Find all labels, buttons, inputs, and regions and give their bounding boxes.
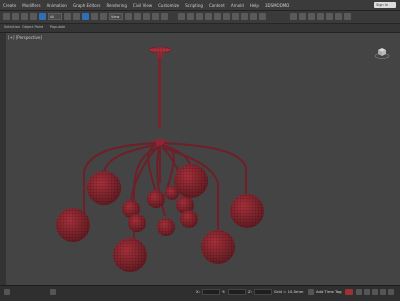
menu-customize[interactable]: Customize bbox=[155, 3, 182, 8]
status-bar: X: Y: Z: Grid = 10.0mm Add Time Tag bbox=[0, 285, 400, 301]
menu-help[interactable]: Help bbox=[247, 3, 262, 8]
workspace-icon[interactable] bbox=[290, 13, 297, 20]
menu-graph-editors[interactable]: Graph Editors bbox=[70, 3, 103, 8]
sign-in-field[interactable]: Sign In bbox=[374, 2, 396, 8]
curve-editor-icon[interactable] bbox=[214, 13, 221, 20]
menu-content[interactable]: Content bbox=[206, 3, 228, 8]
menu-rendering[interactable]: Rendering bbox=[103, 3, 129, 8]
ribbon-tab-selection[interactable]: Selection bbox=[4, 25, 20, 29]
ribbon: Selection Object Paint Populate bbox=[0, 24, 400, 33]
scene-explorer-icon[interactable] bbox=[344, 13, 351, 20]
display-icon[interactable] bbox=[308, 13, 315, 20]
material-editor-icon[interactable] bbox=[232, 13, 239, 20]
time-tag-icon[interactable] bbox=[308, 289, 314, 295]
x-coordinate-field[interactable] bbox=[202, 289, 220, 295]
motion-icon[interactable] bbox=[326, 13, 333, 20]
rod bbox=[158, 58, 161, 128]
selection-filter-dropdown[interactable]: All bbox=[48, 13, 62, 20]
z-coordinate-field[interactable] bbox=[254, 289, 272, 295]
redo-icon[interactable] bbox=[12, 13, 19, 20]
add-time-tag[interactable]: Add Time Tag bbox=[316, 289, 341, 294]
timeline-icon[interactable] bbox=[50, 289, 56, 295]
percent-snap-icon[interactable] bbox=[152, 13, 159, 20]
y-coordinate-label: Y: bbox=[222, 289, 226, 294]
next-frame-icon[interactable] bbox=[364, 289, 370, 295]
move-icon[interactable] bbox=[82, 13, 89, 20]
rect-selection-icon[interactable] bbox=[73, 13, 80, 20]
canopy bbox=[148, 46, 172, 54]
y-coordinate-field[interactable] bbox=[228, 289, 246, 295]
ribbon-tab-object-paint[interactable]: Object Paint bbox=[22, 25, 43, 29]
angle-snap-icon[interactable] bbox=[143, 13, 150, 20]
pivot-icon[interactable] bbox=[125, 13, 132, 20]
mirror-icon[interactable] bbox=[187, 13, 194, 20]
scale-icon[interactable] bbox=[100, 13, 107, 20]
select-object-icon[interactable] bbox=[39, 13, 46, 20]
utilities-icon[interactable] bbox=[335, 13, 342, 20]
menu-3dsmodmd[interactable]: 3DSMODMD bbox=[262, 3, 292, 8]
canopy-neck bbox=[157, 53, 163, 58]
main-toolbar: All View bbox=[0, 11, 400, 24]
unlink-icon[interactable] bbox=[30, 13, 37, 20]
menu-arnold[interactable]: Arnold bbox=[228, 3, 247, 8]
spinner-snap-icon[interactable] bbox=[161, 13, 168, 20]
chandelier-model[interactable] bbox=[6, 33, 400, 285]
select-by-name-icon[interactable] bbox=[64, 13, 71, 20]
layer-explorer-icon[interactable] bbox=[205, 13, 212, 20]
link-icon[interactable] bbox=[21, 13, 28, 20]
reference-coordinate-dropdown[interactable]: View bbox=[109, 13, 123, 20]
grid-icon[interactable] bbox=[299, 13, 306, 20]
schematic-view-icon[interactable] bbox=[223, 13, 230, 20]
zoom-icon[interactable] bbox=[372, 289, 378, 295]
play-icon[interactable] bbox=[356, 289, 362, 295]
perspective-viewport[interactable]: [+] [Perspective] bbox=[6, 33, 400, 285]
menu-animation[interactable]: Animation bbox=[44, 3, 70, 8]
ribbon-tab-populate[interactable]: Populate bbox=[50, 25, 65, 29]
menu-bar: Create Modifiers Animation Graph Editors… bbox=[0, 0, 400, 11]
named-selection-icon[interactable] bbox=[178, 13, 185, 20]
z-coordinate-label: Z: bbox=[248, 289, 252, 294]
hierarchy-icon[interactable] bbox=[317, 13, 324, 20]
menu-scripting[interactable]: Scripting bbox=[182, 3, 206, 8]
menu-create[interactable]: Create bbox=[0, 3, 19, 8]
pan-icon[interactable] bbox=[380, 289, 386, 295]
rendered-frame-icon[interactable] bbox=[250, 13, 257, 20]
render-icon[interactable] bbox=[259, 13, 266, 20]
rotate-icon[interactable] bbox=[91, 13, 98, 20]
x-coordinate-label: X: bbox=[196, 289, 200, 294]
align-icon[interactable] bbox=[196, 13, 203, 20]
grid-spacing: Grid = 10.0mm bbox=[274, 289, 304, 294]
snap-toggle-icon[interactable] bbox=[134, 13, 141, 20]
auto-key-button[interactable] bbox=[345, 289, 353, 295]
menu-civil-view[interactable]: Civil View bbox=[130, 3, 155, 8]
menu-modifiers[interactable]: Modifiers bbox=[19, 3, 43, 8]
undo-icon[interactable] bbox=[3, 13, 10, 20]
render-setup-icon[interactable] bbox=[241, 13, 248, 20]
maxscript-listener-icon[interactable] bbox=[4, 289, 10, 295]
orbit-icon[interactable] bbox=[388, 289, 394, 295]
